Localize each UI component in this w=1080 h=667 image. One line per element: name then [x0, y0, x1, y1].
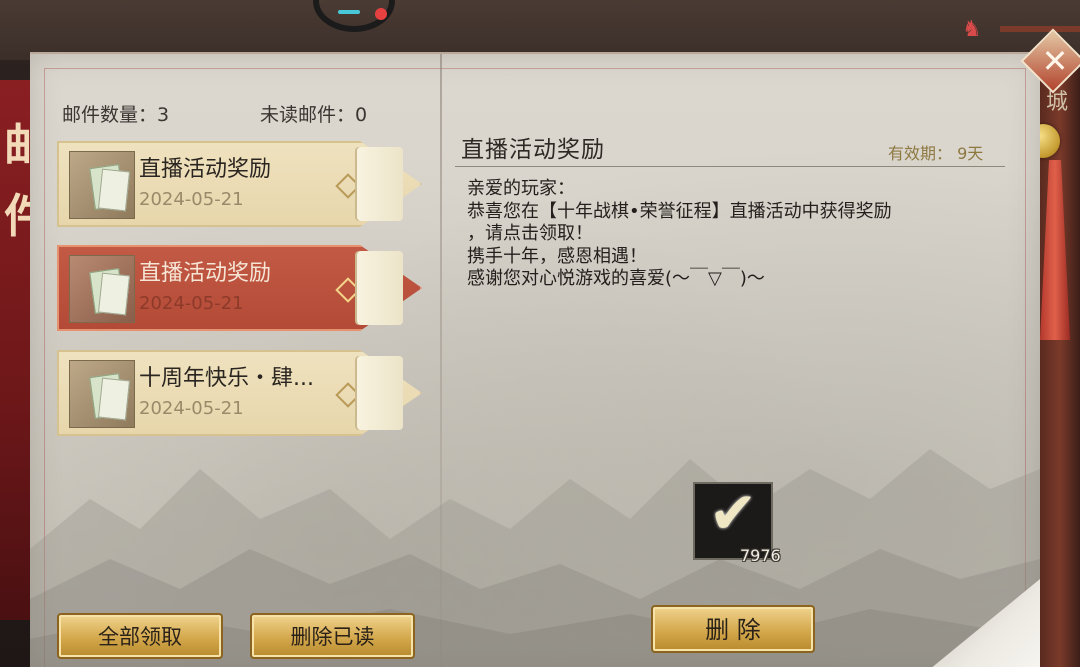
mail-item-title: 直播活动奖励 [139, 157, 272, 182]
mail-item-date: 2024-05-21 [139, 398, 244, 419]
mail-count: 邮件数量：3 [62, 104, 170, 126]
letter-icon [97, 168, 131, 212]
reward-count: 7976 [740, 546, 781, 565]
mail-body: 亲爱的玩家： 恭喜您在【十年战棋•荣誉征程】直播活动中获得奖励 ，请点击领取！ … [467, 178, 1007, 291]
letter-icon [97, 272, 131, 316]
mail-thumbnail [69, 360, 135, 428]
letter-icon [97, 377, 131, 421]
top-right-bar [1000, 26, 1080, 32]
mail-item-title: 十周年快乐・肆... [139, 366, 314, 391]
mail-detail-title: 直播活动奖励 [461, 137, 605, 163]
delete-button[interactable]: 删 除 [651, 605, 815, 653]
mail-thumbnail [69, 151, 135, 219]
scroll-icon [357, 251, 403, 325]
loading-progress-icon [338, 10, 360, 14]
top-strip [0, 0, 1080, 60]
mail-list-item[interactable]: 直播活动奖励 2024-05-21 [57, 141, 422, 227]
mail-body-line: ，请点击领取！ [467, 223, 593, 244]
mail-body-line: 感谢您对心悦游戏的喜爱(～￣▽￣)～ [467, 268, 765, 289]
unread-count: 未读邮件：0 [260, 104, 368, 126]
mail-list-item[interactable]: 十周年快乐・肆... 2024-05-21 [57, 350, 422, 436]
mail-item-title: 直播活动奖励 [139, 261, 272, 286]
mail-body-line: 携手十年，感恩相遇！ [467, 245, 647, 267]
mail-thumbnail [69, 255, 135, 323]
mail-body-line: 恭喜您在【十年战棋•荣誉征程】直播活动中获得奖励 [467, 200, 892, 222]
mail-item-date: 2024-05-21 [139, 189, 244, 210]
scroll-icon [357, 356, 403, 430]
check-icon[interactable]: ✔ [700, 480, 766, 546]
loading-dot-icon [375, 8, 387, 20]
mail-item-date: 2024-05-21 [139, 293, 244, 314]
close-icon[interactable]: ✕ [1035, 38, 1075, 84]
title-divider [455, 166, 1005, 167]
delete-read-button[interactable]: 删除已读 [250, 613, 415, 659]
validity-label: 有效期： 9天 [888, 144, 984, 163]
scroll-icon [357, 147, 403, 221]
mail-list-item-selected[interactable]: 直播活动奖励 2024-05-21 [57, 245, 422, 331]
claim-all-button[interactable]: 全部领取 [57, 613, 223, 659]
mail-body-line: 亲爱的玩家： [467, 178, 575, 199]
bat-emblem-icon: ♞ [962, 17, 982, 42]
